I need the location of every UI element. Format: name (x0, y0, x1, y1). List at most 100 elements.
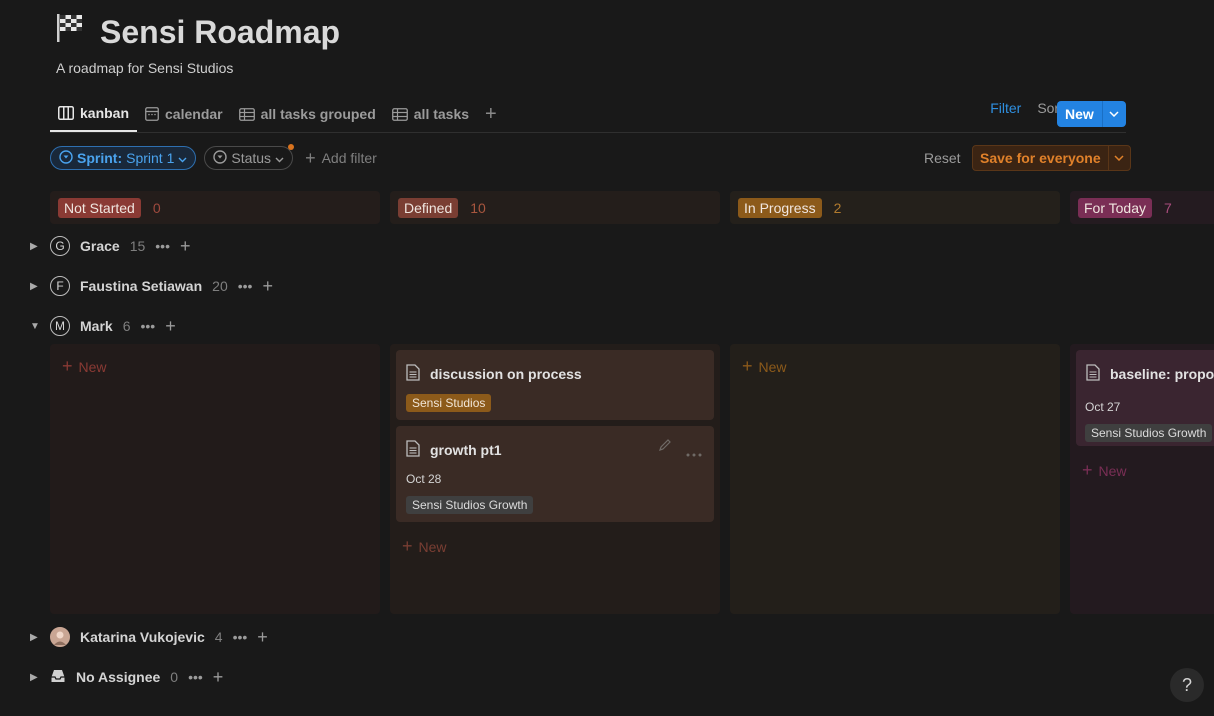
tab-all-tasks-grouped[interactable]: all tasks grouped (231, 96, 384, 132)
plus-icon: + (305, 147, 316, 168)
sprint-filter-pill[interactable]: Sprint: Sprint 1 (50, 146, 197, 170)
more-icon[interactable]: ••• (188, 669, 203, 685)
group-faustina-setiawan[interactable]: ▶ F Faustina Setiawan 20 ••• + (30, 274, 273, 298)
chevron-down-icon (178, 150, 187, 166)
add-card-button[interactable]: + New (62, 356, 107, 377)
lane-not-started: + New (50, 344, 380, 614)
status-filter-pill[interactable]: Status (204, 144, 295, 170)
column-count: 0 (152, 199, 161, 216)
more-icon[interactable]: ••• (140, 318, 155, 334)
lane-defined: discussion on process Sensi Studios grow… (390, 344, 720, 614)
chevron-down-icon[interactable] (1101, 101, 1126, 127)
document-icon (406, 440, 420, 460)
caret-right-icon[interactable]: ▶ (30, 632, 40, 643)
new-label: New (78, 358, 107, 375)
table-icon (391, 107, 408, 121)
unsaved-dot (288, 144, 295, 150)
page-title[interactable]: Sensi Roadmap (100, 14, 340, 51)
more-icon[interactable]: ••• (238, 278, 253, 294)
plus-icon[interactable]: + (180, 236, 191, 257)
avatar: F (50, 276, 70, 296)
column-header-defined[interactable]: Defined 10 (390, 191, 720, 224)
group-count: 4 (214, 629, 223, 645)
group-name: Mark (80, 318, 113, 334)
reset-button[interactable]: Reset (924, 150, 961, 166)
add-view-plus-icon[interactable]: + (477, 103, 505, 126)
help-button[interactable]: ? (1170, 668, 1204, 702)
save-button-label[interactable]: Save for everyone (973, 146, 1108, 170)
edit-pencil-icon[interactable] (658, 438, 672, 457)
column-header-not-started[interactable]: Not Started 0 (50, 191, 380, 224)
add-card-button[interactable]: + New (742, 356, 787, 377)
group-count: 6 (122, 318, 131, 334)
table-icon (238, 107, 255, 121)
group-mark[interactable]: ▼ M Mark 6 ••• + (30, 314, 176, 338)
status-badge: In Progress (738, 197, 822, 218)
more-icon[interactable] (686, 444, 702, 462)
save-for-everyone-button: Save for everyone (972, 145, 1131, 171)
tab-label: kanban (80, 105, 130, 121)
tab-label: all tasks (413, 106, 470, 122)
status-filter-icon (213, 149, 228, 167)
caret-right-icon[interactable]: ▶ (30, 241, 40, 252)
column-count: 2 (833, 199, 842, 216)
plus-icon: + (742, 356, 753, 376)
card-date: Oct 28 (406, 472, 442, 486)
lane-for-today: baseline: propos Oct 27 Sensi Studios Gr… (1070, 344, 1214, 614)
avatar: G (50, 236, 70, 256)
page-subtitle[interactable]: A roadmap for Sensi Studios (56, 60, 233, 76)
column-count: 7 (1164, 199, 1172, 216)
group-grace[interactable]: ▶ G Grace 15 ••• + (30, 234, 191, 258)
add-card-button[interactable]: + New (402, 536, 447, 557)
status-filter-icon (59, 149, 73, 167)
plus-icon: + (402, 536, 413, 556)
card-date: Oct 27 (1085, 400, 1121, 414)
calendar-icon (145, 107, 159, 121)
more-icon[interactable]: ••• (155, 238, 170, 254)
caret-right-icon[interactable]: ▶ (30, 672, 40, 683)
status-badge: Defined (398, 197, 459, 218)
tab-label: calendar (165, 106, 223, 122)
card-growth-pt1[interactable]: growth pt1 Oct 28 Sensi Studios Growth (396, 426, 714, 522)
card-baseline-proposal[interactable]: baseline: propos Oct 27 Sensi Studios Gr… (1076, 350, 1214, 446)
card-title: baseline: propos (1110, 366, 1214, 382)
new-button-label[interactable]: New (1057, 101, 1102, 127)
plus-icon[interactable]: + (165, 316, 176, 337)
group-katarina-vukojevic[interactable]: ▶ Katarina Vukojevic 4 ••• + (30, 625, 268, 649)
column-header-for-today[interactable]: For Today 7 (1070, 191, 1214, 224)
add-card-button[interactable]: + New (1082, 460, 1127, 481)
new-label: New (1098, 462, 1127, 479)
filter-button[interactable]: Filter (990, 100, 1021, 116)
new-button: New (1057, 101, 1126, 127)
chevron-down-icon[interactable] (1107, 146, 1130, 170)
lane-in-progress: + New (730, 344, 1060, 614)
tabs-divider (50, 132, 1126, 133)
caret-right-icon[interactable]: ▶ (30, 281, 40, 292)
plus-icon[interactable]: + (213, 667, 224, 688)
column-count: 10 (470, 199, 486, 216)
more-icon[interactable]: ••• (233, 629, 248, 645)
group-count: 15 (129, 238, 146, 254)
board-icon (58, 106, 74, 120)
add-filter-button[interactable]: + Add filter (305, 148, 377, 169)
view-tabs: kanban calendar all tasks grouped all ta… (50, 96, 505, 132)
document-icon (1086, 364, 1100, 384)
inbox-icon (50, 668, 66, 687)
tab-all-tasks[interactable]: all tasks (384, 96, 477, 132)
sprint-filter-key: Sprint: (77, 150, 123, 166)
caret-down-icon[interactable]: ▼ (30, 321, 40, 332)
page-header: Sensi Roadmap (54, 12, 340, 52)
add-filter-label: Add filter (321, 150, 377, 166)
tab-calendar[interactable]: calendar (137, 96, 231, 132)
new-label: New (418, 538, 447, 555)
avatar-photo (50, 627, 70, 647)
column-header-in-progress[interactable]: In Progress 2 (730, 191, 1060, 224)
group-no-assignee[interactable]: ▶ No Assignee 0 ••• + (30, 665, 223, 689)
plus-icon[interactable]: + (257, 627, 268, 648)
plus-icon[interactable]: + (262, 276, 273, 297)
plus-icon: + (1082, 460, 1093, 480)
card-discussion-on-process[interactable]: discussion on process Sensi Studios (396, 350, 714, 420)
plus-icon: + (62, 356, 73, 376)
project-tag: Sensi Studios Growth (1085, 424, 1213, 442)
tab-kanban[interactable]: kanban (50, 96, 138, 132)
